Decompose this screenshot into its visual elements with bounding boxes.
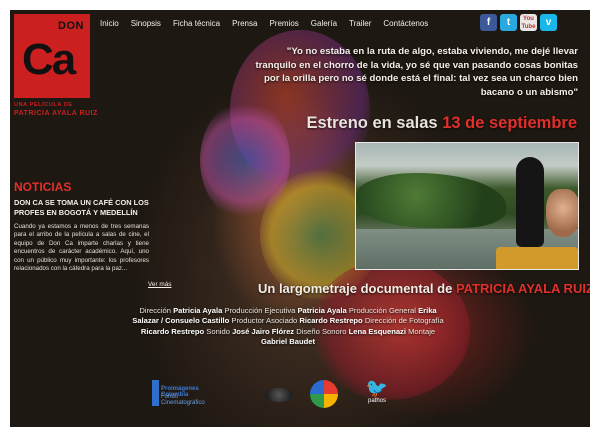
sponsor-logos: Proimágenes Colombia Fondo Cinematográfi… <box>152 374 412 418</box>
site-logo[interactable]: Ca DON <box>14 14 90 98</box>
thumbnail-person <box>516 157 544 247</box>
social-links: f t You Tube v <box>480 14 557 31</box>
thumbnail-trees <box>356 173 506 228</box>
youtube-icon[interactable]: You Tube <box>520 14 537 31</box>
credit-name: Ricardo Restrepo <box>299 316 363 326</box>
credits-line: Salazar / Consuelo Castillo Productor As… <box>128 316 448 326</box>
pathos-logo-label: pathos <box>367 398 386 404</box>
subtitle-prefix: Un largometraje documental de <box>258 281 456 296</box>
credits-line: Dirección Patricia Ayala Producción Ejec… <box>128 306 448 316</box>
page-background: Ca DON UNA PELÍCULA DE PATRICIA AYALA RU… <box>10 10 590 427</box>
facebook-icon[interactable]: f <box>480 14 497 31</box>
credit-role: Dirección de Fotografía <box>362 316 444 326</box>
proimagenes-logo-subtext: Fondo Cinematográfico <box>161 394 205 406</box>
nav-item-contactenos[interactable]: Contáctenos <box>383 19 428 28</box>
vimeo-icon[interactable]: v <box>540 14 557 31</box>
logo-main-word: Ca <box>22 35 76 84</box>
credit-role: Producción Ejecutiva <box>222 306 298 315</box>
trailer-thumbnail[interactable] <box>355 142 579 270</box>
credits-line: Gabriel Baudet <box>128 337 448 347</box>
thumbnail-boat <box>496 247 578 269</box>
pathos-logo[interactable]: 🐦 pathos <box>362 378 392 414</box>
credit-name: Patricia Ayala <box>297 306 347 315</box>
proimagenes-logo[interactable]: Proimágenes Colombia Fondo Cinematográfi… <box>152 380 212 406</box>
nav-item-trailer[interactable]: Trailer <box>349 19 371 28</box>
nav-item-inicio[interactable]: Inicio <box>100 19 119 28</box>
credit-name: Patricia Ayala <box>173 306 223 315</box>
news-title[interactable]: DON CA SE TOMA UN CAFÉ CON LOS PROFES EN… <box>14 198 149 217</box>
nav-item-sinopsis[interactable]: Sinopsis <box>131 19 161 28</box>
credits-block: Dirección Patricia Ayala Producción Ejec… <box>128 306 448 348</box>
proimagenes-logo-mark <box>152 380 159 406</box>
credit-role: Sonido <box>204 326 233 336</box>
news-heading: NOTICIAS <box>14 180 72 194</box>
credit-name: Salazar / Consuelo Castillo <box>132 316 230 326</box>
credit-name: José Jairo Flórez <box>232 326 295 336</box>
logo-director: PATRICIA AYALA RUIZ <box>14 110 98 117</box>
credit-role: Dirección <box>139 306 174 315</box>
credit-role: Productor Asociado <box>229 316 300 326</box>
credit-name: Lena Esquenazi <box>348 326 406 336</box>
credit-name: Gabriel Baudet <box>260 337 315 347</box>
credit-role: Producción General <box>346 306 419 315</box>
credit-role: Diseño Sonoro <box>294 326 349 336</box>
nav-item-ficha-tecnica[interactable]: Ficha técnica <box>173 19 220 28</box>
hero-quote: "Yo no estaba en la ruta de algo, estaba… <box>255 46 578 98</box>
film-subtitle: Un largometraje documental de PATRICIA A… <box>258 281 590 296</box>
credit-name: Ricardo Restrepo <box>140 326 205 336</box>
nav-item-premios[interactable]: Premios <box>269 19 298 28</box>
main-nav: Inicio Sinopsis Ficha técnica Prensa Pre… <box>100 14 428 32</box>
read-more-link[interactable]: Ver más <box>148 281 171 288</box>
sponsor-logo-color-circle[interactable] <box>310 380 338 408</box>
logo-top-word: DON <box>58 20 84 32</box>
credit-name: Erika <box>418 306 437 315</box>
sponsor-logo-dark[interactable] <box>264 388 294 402</box>
release-prefix: Estreno en salas <box>306 114 443 132</box>
credit-role: Montaje <box>405 326 436 336</box>
twitter-icon[interactable]: t <box>500 14 517 31</box>
thumbnail-person-face <box>546 189 578 237</box>
subtitle-director: PATRICIA AYALA RUIZ <box>455 281 590 296</box>
nav-item-prensa[interactable]: Prensa <box>232 19 257 28</box>
nav-item-galeria[interactable]: Galería <box>311 19 337 28</box>
release-date: 13 de septiembre <box>442 114 577 132</box>
logo-tagline: UNA PELÍCULA DE <box>14 102 73 108</box>
release-banner: Estreno en salas 13 de septiembre <box>265 114 577 133</box>
bird-icon: 🐦 <box>365 378 389 398</box>
news-body: Cuando ya estamos a menos de tres semana… <box>14 223 149 273</box>
credits-line: Ricardo Restrepo Sonido José Jairo Flóre… <box>128 327 448 337</box>
